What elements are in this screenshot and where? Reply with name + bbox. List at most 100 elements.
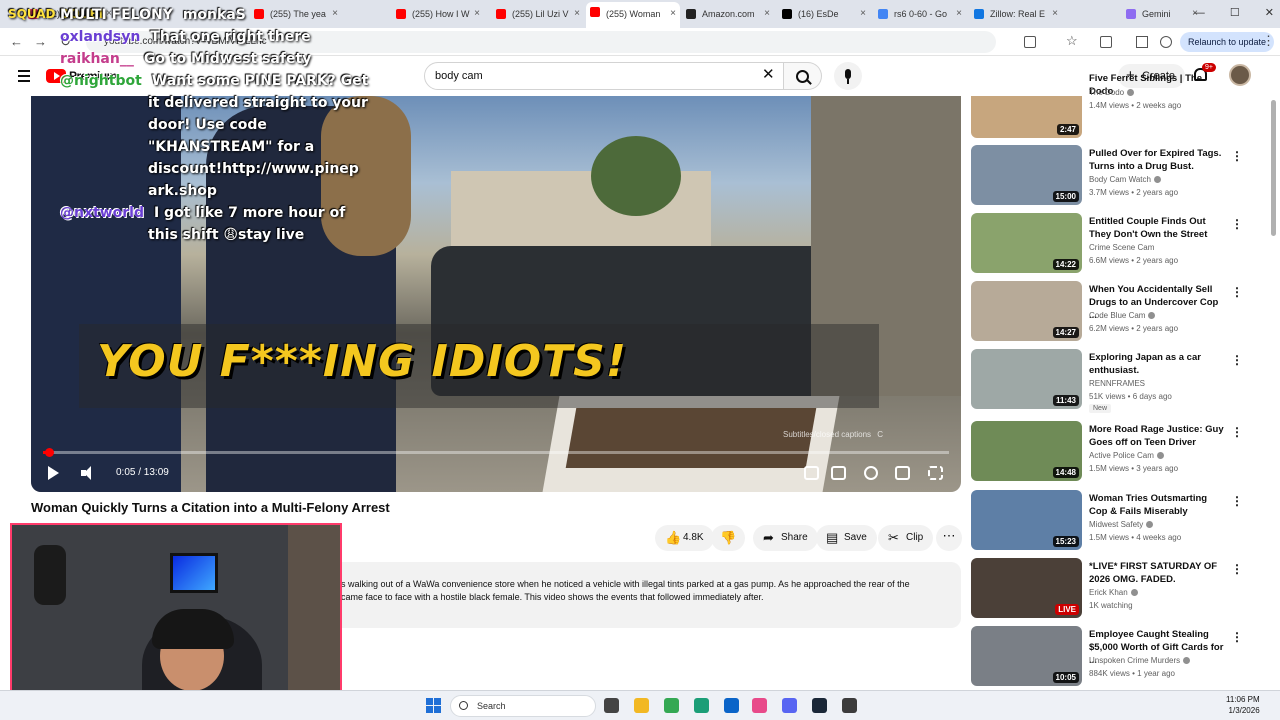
- recommendation-menu-icon[interactable]: ⋮: [1231, 353, 1243, 367]
- search-button[interactable]: [784, 62, 822, 90]
- tab-close-icon[interactable]: ×: [860, 4, 866, 24]
- autoplay-toggle-icon[interactable]: [804, 466, 819, 480]
- recommendation-channel[interactable]: Active Police Cam: [1089, 451, 1164, 460]
- volume-icon[interactable]: [81, 466, 95, 480]
- recommendation-menu-icon[interactable]: ⋮: [1231, 149, 1243, 163]
- guide-menu-icon[interactable]: [18, 70, 30, 85]
- itunes-icon[interactable]: [752, 698, 767, 713]
- browser-tab[interactable]: (255) How I W ×: [392, 4, 484, 24]
- steam-icon[interactable]: [812, 698, 827, 713]
- save-button[interactable]: ▤ Save: [816, 525, 877, 551]
- browser-tab[interactable]: Amazon.com ×: [682, 4, 774, 24]
- recommendation-channel[interactable]: Crime Scene Cam: [1089, 243, 1154, 252]
- recommendation-thumbnail[interactable]: 11:43: [971, 349, 1082, 409]
- recommendation-channel[interactable]: Midwest Safety: [1089, 520, 1154, 529]
- tab-close-icon[interactable]: ×: [764, 4, 770, 24]
- like-button[interactable]: 👍 4.8K: [655, 525, 714, 551]
- progress-scrubber-handle[interactable]: [44, 448, 54, 457]
- share-button[interactable]: ➦ Share: [753, 525, 818, 551]
- recommendation-menu-icon[interactable]: ⋮: [1231, 630, 1243, 644]
- more-actions-icon[interactable]: ⋯: [936, 525, 962, 551]
- recommendation-channel[interactable]: Erick Khan: [1089, 588, 1138, 597]
- settings-gear-icon[interactable]: [864, 466, 878, 480]
- voice-search-mic-icon[interactable]: [834, 62, 862, 90]
- taskbar-clock[interactable]: 11:06 PM 1/3/2026: [1226, 694, 1260, 716]
- recommendation-card[interactable]: 15:00 Pulled Over for Expired Tags. Turns…: [971, 145, 1271, 211]
- browser-tab[interactable]: (255) Woman ×: [586, 2, 680, 28]
- recommendation-card[interactable]: 2:47 Five Ferret Siblings | The Dodo The D…: [971, 73, 1271, 144]
- tab-close-icon[interactable]: ×: [574, 4, 580, 24]
- minimize-button[interactable]: —: [1194, 7, 1205, 19]
- captions-icon[interactable]: [831, 466, 846, 480]
- tab-close-icon[interactable]: ×: [670, 2, 676, 26]
- browser-tab[interactable]: (16) EsDe ×: [778, 4, 870, 24]
- fullscreen-icon[interactable]: [928, 466, 943, 480]
- profile-icon[interactable]: [1160, 36, 1172, 48]
- recommendation-thumbnail[interactable]: 14:27: [971, 281, 1082, 341]
- calculator-icon[interactable]: [842, 698, 857, 713]
- browser-tab[interactable]: rs6 0-60 - Go ×: [874, 4, 966, 24]
- recommendation-title[interactable]: Exploring Japan as a car enthusiast.: [1089, 351, 1227, 377]
- recommendation-title[interactable]: Woman Tries Outsmarting Cop & Fails Mise…: [1089, 492, 1227, 518]
- recommendation-channel[interactable]: The Dodo: [1089, 88, 1135, 97]
- tab-close-icon[interactable]: ×: [1052, 4, 1058, 24]
- recommendation-menu-icon[interactable]: ⋮: [1231, 562, 1243, 576]
- recommendation-title[interactable]: *LIVE* FIRST SATURDAY OF 2026 OMG. FADED…: [1089, 560, 1227, 586]
- bookmark-star-icon[interactable]: ☆: [1066, 33, 1078, 49]
- clear-search-icon[interactable]: ✕: [762, 67, 775, 82]
- app-green-icon[interactable]: [694, 698, 709, 713]
- recommendation-menu-icon[interactable]: ⋮: [1231, 494, 1243, 508]
- page-scrollbar-thumb[interactable]: [1271, 100, 1276, 236]
- extensions-icon[interactable]: [1100, 36, 1112, 48]
- close-window-button[interactable]: ✕: [1265, 7, 1274, 19]
- maximize-button[interactable]: ☐: [1230, 7, 1240, 19]
- recommendation-thumbnail[interactable]: 15:23: [971, 490, 1082, 550]
- chrome-icon[interactable]: [664, 698, 679, 713]
- reading-list-icon[interactable]: [1136, 36, 1148, 48]
- discord-icon[interactable]: [782, 698, 797, 713]
- outlook-icon[interactable]: [724, 698, 739, 713]
- recommendation-thumbnail[interactable]: 14:48: [971, 421, 1082, 481]
- file-explorer-icon[interactable]: [634, 698, 649, 713]
- recommendation-card[interactable]: 15:23 Woman Tries Outsmarting Cop & Fails…: [971, 490, 1271, 556]
- browser-tab[interactable]: Zillow: Real E ×: [970, 4, 1062, 24]
- recommendation-channel[interactable]: RENNFRAMES: [1089, 379, 1145, 388]
- recommendation-title[interactable]: More Road Rage Justice: Guy Goes off on …: [1089, 423, 1227, 449]
- recommendation-thumbnail[interactable]: 2:47: [971, 96, 1082, 138]
- tab-close-icon[interactable]: ×: [474, 4, 480, 24]
- recommendation-menu-icon[interactable]: ⋮: [1231, 425, 1243, 439]
- tab-close-icon[interactable]: ×: [956, 4, 962, 24]
- recommendation-thumbnail[interactable]: 15:00: [971, 145, 1082, 205]
- forward-arrow-icon[interactable]: →: [34, 34, 47, 49]
- recommendation-thumbnail[interactable]: LIVE: [971, 558, 1082, 618]
- tab-close-icon[interactable]: ×: [332, 4, 338, 24]
- dislike-button[interactable]: 👎: [711, 525, 745, 551]
- recommendation-thumbnail[interactable]: 14:22: [971, 213, 1082, 273]
- browser-tab[interactable]: (255) The yea ×: [250, 4, 342, 24]
- relaunch-button[interactable]: Relaunch to update: [1180, 32, 1275, 52]
- task-view-icon[interactable]: [604, 698, 619, 713]
- cast-icon[interactable]: [1024, 36, 1036, 48]
- recommendation-menu-icon[interactable]: ⋮: [1231, 285, 1243, 299]
- play-icon[interactable]: [48, 466, 59, 480]
- video-description[interactable]: s walking out of a WaWa convenience stor…: [341, 562, 961, 628]
- back-arrow-icon[interactable]: ←: [10, 34, 23, 49]
- recommendation-card[interactable]: 11:43 Exploring Japan as a car enthusiast…: [971, 349, 1271, 415]
- recommendation-channel[interactable]: Unspoken Crime Murders: [1089, 656, 1191, 665]
- browser-menu-icon[interactable]: ⋮: [1262, 33, 1275, 49]
- windows-start-icon[interactable]: [426, 698, 441, 713]
- recommendation-card[interactable]: 14:22 Entitled Couple Finds Out They Don'…: [971, 213, 1271, 279]
- recommendation-menu-icon[interactable]: ⋮: [1231, 217, 1243, 231]
- recommendation-card[interactable]: 14:27 When You Accidentally Sell Drugs to…: [971, 281, 1271, 347]
- progress-bar[interactable]: [43, 448, 949, 457]
- browser-tab[interactable]: (255) Lil Uzi V ×: [492, 4, 584, 24]
- theater-mode-icon[interactable]: [895, 466, 910, 480]
- search-input[interactable]: body cam: [424, 62, 784, 90]
- recommendation-card[interactable]: 10:05 Employee Caught Stealing $5,000 Wor…: [971, 626, 1271, 692]
- taskbar-search-box[interactable]: Search: [450, 695, 596, 717]
- recommendation-card[interactable]: LIVE *LIVE* FIRST SATURDAY OF 2026 OMG. F…: [971, 558, 1271, 624]
- recommendation-thumbnail[interactable]: 10:05: [971, 626, 1082, 686]
- recommendation-card[interactable]: 14:48 More Road Rage Justice: Guy Goes of…: [971, 421, 1271, 487]
- clip-button[interactable]: ✂ Clip: [878, 525, 934, 551]
- recommendation-channel[interactable]: Code Blue Cam: [1089, 311, 1156, 320]
